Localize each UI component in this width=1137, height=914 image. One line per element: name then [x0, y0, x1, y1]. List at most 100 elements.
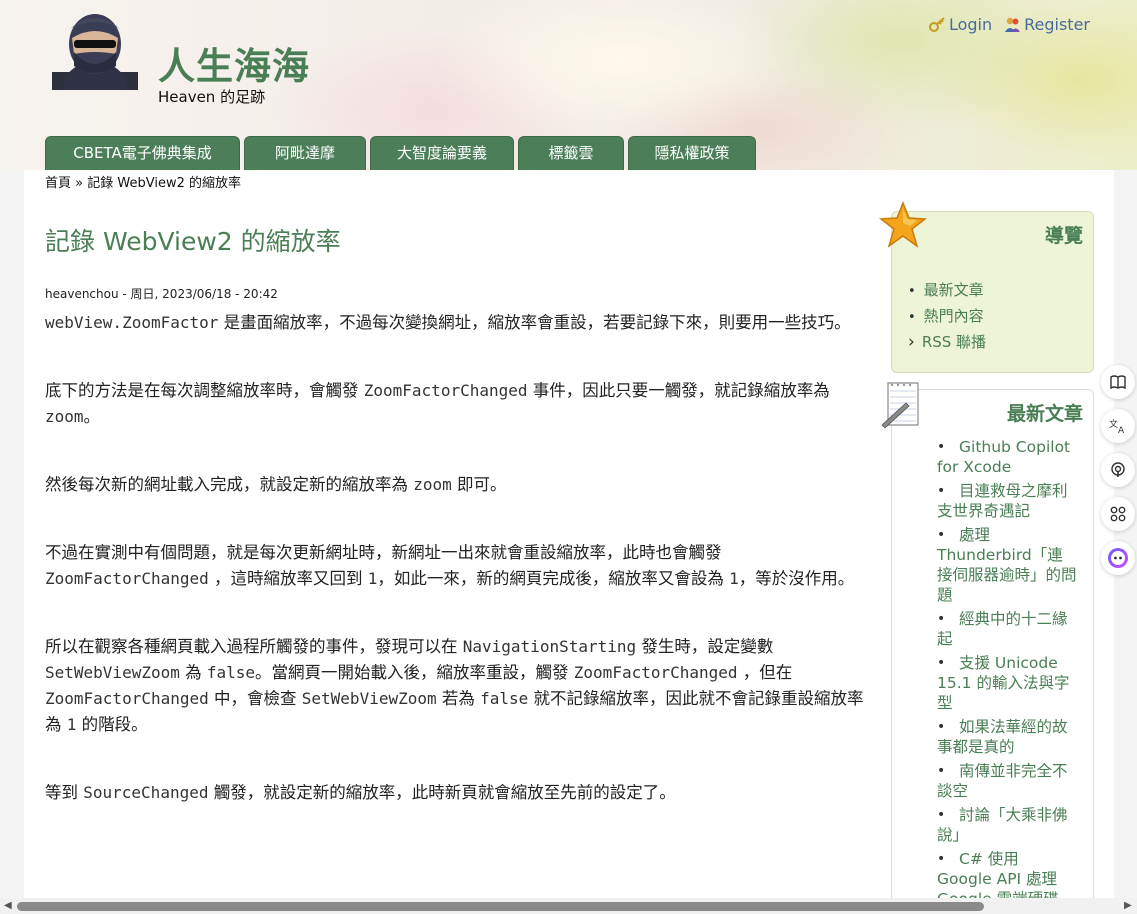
tab-privacy-policy[interactable]: 隱私權政策 [628, 136, 756, 170]
text: 。 [83, 407, 101, 426]
inline-code: SourceChanged [83, 783, 209, 802]
register-label: Register [1024, 15, 1090, 34]
site-logo[interactable] [52, 10, 138, 90]
recent-posts-block: 最新文章 Github Copilot for Xcode 目連救母之摩利支世界… [891, 389, 1094, 914]
notepad-icon [880, 381, 922, 429]
register-link[interactable]: Register [1004, 15, 1090, 34]
text: 的階段。 [76, 715, 148, 734]
text: 中，會檢查 [208, 689, 302, 708]
tab-label: 阿毗達摩 [274, 144, 335, 162]
scrollbar-thumb[interactable] [17, 902, 984, 911]
list-item[interactable]: 討論「大乘非佛說」 [937, 805, 1077, 845]
tab-mahaprajnaparamita[interactable]: 大智度論要義 [370, 136, 514, 170]
post-link[interactable]: 處理 Thunderbird「連接伺服器逾時」的問題 [937, 526, 1077, 604]
svg-text:A: A [1118, 426, 1125, 434]
list-item[interactable]: 目連救母之摩利支世界奇遇記 [937, 481, 1077, 521]
list-item[interactable]: 經典中的十二緣起 [937, 609, 1077, 649]
text: 等到 [45, 783, 84, 802]
inline-code: zoom [45, 407, 84, 426]
post-link[interactable]: 支援 Unicode 15.1 的輸入法與字型 [937, 654, 1069, 712]
breadcrumb-home[interactable]: 首頁 [45, 176, 71, 191]
block-title: 最新文章 [1006, 403, 1083, 425]
post-link[interactable]: Github Copilot for Xcode [937, 438, 1070, 476]
post-link[interactable]: 南傳並非完全不談空 [937, 762, 1068, 800]
inline-code: ZoomFactorChanged [573, 663, 738, 682]
list-item[interactable]: 南傳並非完全不談空 [937, 761, 1077, 801]
scroll-left-icon[interactable]: ◀ [4, 900, 12, 911]
site-name[interactable]: 人生海海 [158, 36, 310, 90]
tab-label: 標籤雲 [548, 144, 594, 162]
caret-down-icon: ▼ [305, 181, 313, 191]
text: 發生時，設定變數 [636, 637, 774, 656]
breadcrumb-separator: » [75, 176, 84, 191]
users-icon [1004, 16, 1021, 33]
list-item[interactable]: 支援 Unicode 15.1 的輸入法與字型 [937, 653, 1077, 713]
text: ，如此一來，新的網頁完成後，縮放率又會設為 [377, 569, 730, 588]
list-item[interactable]: 最新文章 [908, 278, 986, 304]
list-item[interactable]: 熱門內容 [908, 304, 986, 330]
nav-link-rss[interactable]: RSS 聯播 [922, 333, 986, 351]
text: 所以在觀察各種網頁載入過程所觸發的事件，發現可以在 [45, 637, 463, 656]
text: 是畫面縮放率，不過每次變換網址，縮放率會重設，若要記錄下來，則要用一些技巧。 [218, 313, 851, 332]
apps-icon[interactable] [1101, 497, 1135, 531]
page-margin-left [0, 170, 24, 914]
post-link[interactable]: 如果法華經的故事都是真的 [937, 718, 1068, 756]
paragraph: 然後每次新的網址載入完成，就設定新的縮放率為 zoom 即可。 [45, 472, 870, 498]
nav-link-recent[interactable]: 最新文章 [924, 281, 984, 299]
list-item[interactable]: Github Copilot for Xcode [937, 437, 1077, 477]
inline-code: ZoomFactorChanged [45, 569, 209, 588]
nav-link-popular[interactable]: 熱門內容 [924, 307, 984, 325]
paragraph: 所以在觀察各種網頁載入過程所觸發的事件，發現可以在 NavigationStar… [45, 634, 870, 738]
scroll-right-icon[interactable]: ▶ [1124, 900, 1132, 911]
text: 不過在實測中有個問題，就是每次更新網址時，新網址一出來就會重設縮放率，此時也會觸… [45, 543, 722, 562]
text: 若為 [436, 689, 481, 708]
login-link[interactable]: Login [928, 15, 993, 34]
text: 事件，因此只要一觸發，就記錄縮放率為 [527, 381, 830, 400]
breadcrumb-current: 記錄 WebView2 的縮放率 [87, 176, 241, 191]
tab-abhidharma[interactable]: 阿毗達摩 ▼ [244, 136, 366, 191]
inline-code: 1 [66, 715, 77, 734]
list-item[interactable]: RSS 聯播 [908, 330, 986, 354]
caret-down-icon: ▼ [571, 181, 579, 191]
svg-text:文: 文 [1109, 418, 1118, 430]
tab-label: 隱私權政策 [654, 144, 730, 162]
inline-code: SetWebViewZoom [45, 663, 180, 682]
assistant-icon[interactable] [1101, 541, 1135, 575]
site-slogan: Heaven 的足跡 [158, 88, 266, 106]
tab-tag-cloud[interactable]: 標籤雲 ▼ [518, 136, 624, 191]
page-title: 記錄 WebView2 的縮放率 [45, 227, 341, 256]
post-link[interactable]: 討論「大乘非佛說」 [937, 806, 1068, 844]
text: ，這時縮放率又回到 [208, 569, 368, 588]
text: 底下的方法是在每次調整縮放率時，會觸發 [45, 381, 364, 400]
book-icon[interactable] [1101, 365, 1135, 399]
list-item[interactable]: 處理 Thunderbird「連接伺服器逾時」的問題 [937, 525, 1077, 605]
text: 觸發，就設定新的縮放率，此時新頁就會縮放至先前的設定了。 [208, 783, 676, 802]
inline-code: false [206, 663, 256, 682]
post-link[interactable]: 目連救母之摩利支世界奇遇記 [937, 482, 1068, 520]
inline-code: 1 [729, 569, 739, 588]
navigation-list: 最新文章 熱門內容 RSS 聯播 [908, 278, 986, 354]
text: 為 [179, 663, 207, 682]
podcast-icon[interactable] [1101, 453, 1135, 487]
inline-code: SetWebViewZoom [301, 689, 437, 708]
inline-code: webView.ZoomFactor [45, 313, 219, 332]
main-menu: CBETA電子佛典集成 阿毗達摩 ▼ 大智度論要義 標籤雲 ▼ 隱私權政策 [45, 136, 756, 191]
article-body: webView.ZoomFactor 是畫面縮放率，不過每次變換網址，縮放率會重… [45, 310, 870, 806]
floating-toolbar: 文A [1098, 362, 1137, 578]
post-link[interactable]: 經典中的十二緣起 [937, 610, 1068, 648]
text: 然後每次新的網址載入完成，就設定新的縮放率為 [45, 475, 414, 494]
submitted-meta: heavenchou - 周日, 2023/06/18 - 20:42 [45, 287, 278, 301]
recent-posts-list: Github Copilot for Xcode 目連救母之摩利支世界奇遇記 處… [937, 437, 1077, 913]
star-icon [878, 200, 928, 249]
inline-code: false [480, 689, 529, 708]
text: 即可。 [451, 475, 507, 494]
block-title: 導覽 [1044, 225, 1083, 247]
translate-icon[interactable]: 文A [1101, 409, 1135, 443]
login-label: Login [948, 15, 993, 34]
user-links: Login Register [928, 15, 1090, 34]
tab-label: 大智度論要義 [396, 144, 487, 162]
tab-cbeta[interactable]: CBETA電子佛典集成 [45, 136, 240, 170]
inline-code: NavigationStarting [462, 637, 637, 656]
horizontal-scrollbar[interactable]: ◀ ▶ [0, 898, 1137, 914]
list-item[interactable]: 如果法華經的故事都是真的 [937, 717, 1077, 757]
